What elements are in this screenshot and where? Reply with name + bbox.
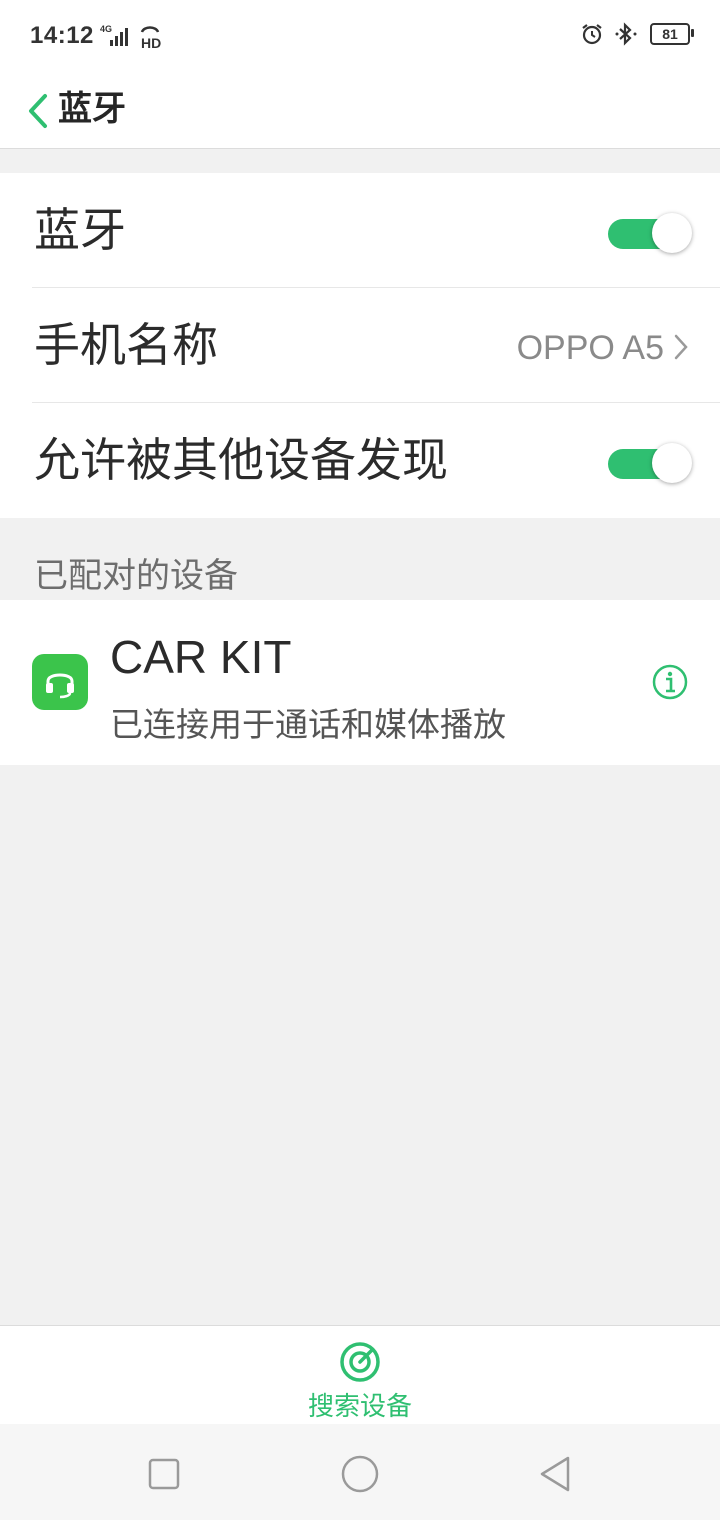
back-triangle-icon[interactable] (536, 1454, 576, 1494)
search-devices-button[interactable]: 搜索设备 (300, 1338, 420, 1422)
status-bar: 14:12 4G HD 81 (0, 0, 720, 76)
chevron-right-icon (674, 334, 688, 360)
search-devices-label: 搜索设备 (307, 1392, 412, 1422)
phone-name-row[interactable]: 手机名称 OPPO A5 (0, 288, 720, 403)
device-status: 已连接用于通话和媒体播放 (110, 705, 506, 744)
page-title: 蓝牙 (58, 89, 126, 129)
signal-icon: 4G (100, 24, 128, 46)
hd-voice-icon: HD (140, 26, 161, 50)
device-name: CAR KIT (110, 631, 292, 683)
back-button[interactable] (18, 86, 58, 136)
status-time: 14:12 (30, 22, 94, 49)
bluetooth-icon (615, 22, 637, 46)
phone-name-value: OPPO A5 (516, 329, 664, 367)
svg-text:4G: 4G (100, 24, 112, 34)
recents-square-icon[interactable] (144, 1454, 184, 1494)
discoverable-label: 允许被其他设备发现 (34, 433, 448, 487)
paired-device-item[interactable]: CAR KIT 已连接用于通话和媒体播放 (0, 600, 720, 765)
headset-icon (32, 654, 88, 710)
bluetooth-label: 蓝牙 (34, 203, 126, 257)
bluetooth-row[interactable]: 蓝牙 (0, 173, 720, 288)
home-circle-icon[interactable] (340, 1454, 380, 1494)
battery-level: 81 (662, 26, 678, 42)
status-left-icons: 4G HD (96, 22, 166, 50)
radar-icon (340, 1342, 380, 1382)
bluetooth-settings-group: 蓝牙 手机名称 OPPO A5 允许被其他设备发现 (0, 173, 720, 518)
bottom-action-bar: 搜索设备 (0, 1325, 720, 1424)
toggle-knob (652, 443, 692, 483)
svg-text:HD: HD (141, 35, 161, 50)
chevron-left-icon (29, 94, 47, 128)
bluetooth-toggle[interactable] (608, 213, 692, 253)
system-nav-bar (0, 1424, 720, 1520)
alarm-icon (582, 24, 602, 45)
discoverable-row[interactable]: 允许被其他设备发现 (0, 403, 720, 518)
toggle-knob (652, 213, 692, 253)
phone-name-label: 手机名称 (34, 318, 218, 372)
app-header: 蓝牙 (0, 76, 720, 149)
info-icon[interactable] (652, 664, 688, 700)
battery-indicator: 81 (650, 23, 694, 45)
paired-devices-header: 已配对的设备 (34, 556, 238, 596)
discoverable-toggle[interactable] (608, 443, 692, 483)
status-right-icons: 81 (580, 22, 694, 46)
